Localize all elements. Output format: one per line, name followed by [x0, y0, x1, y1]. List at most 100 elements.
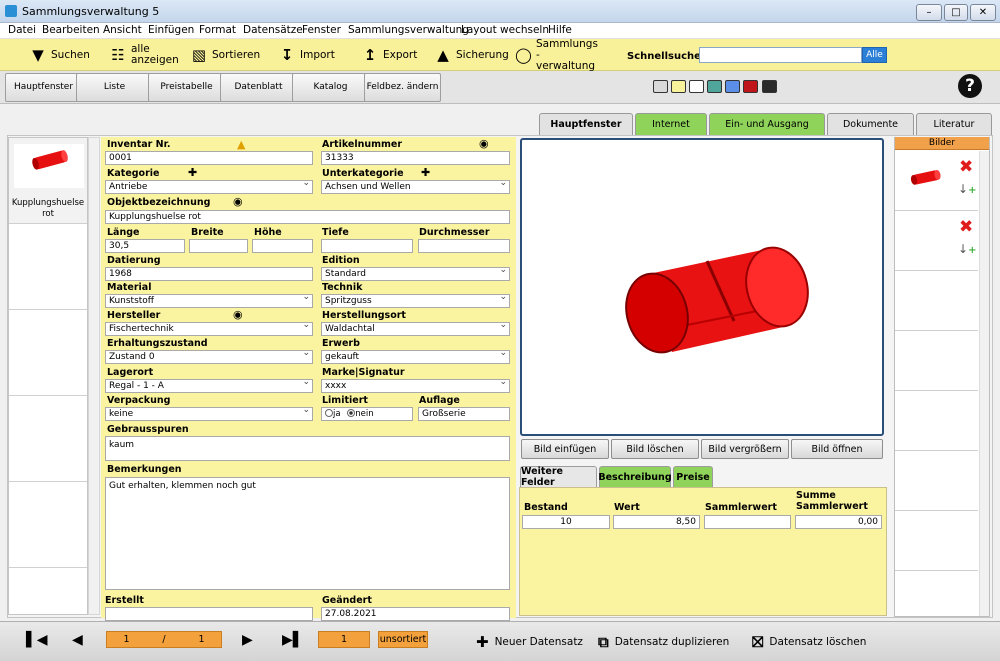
add-kategorie-icon[interactable]: ✚ — [188, 167, 197, 178]
color-swatch-blue[interactable] — [725, 80, 740, 93]
artikel-input[interactable]: 31333 — [321, 151, 510, 165]
nav-preistabelle[interactable]: Preistabelle — [148, 73, 225, 102]
move-image-icon[interactable]: ↓+ — [958, 183, 976, 197]
delete-record-button[interactable]: ⛝ Datensatz löschen — [752, 633, 866, 651]
new-record-button[interactable]: ✚ Neuer Datensatz — [476, 633, 583, 651]
nav-datenblatt[interactable]: Datenblatt — [220, 73, 297, 102]
list-item[interactable]: Kupplungshuelse rot — [9, 138, 87, 224]
color-swatch-red[interactable] — [743, 80, 758, 93]
list-item[interactable] — [9, 396, 87, 482]
list-item[interactable] — [9, 224, 87, 310]
wert-input[interactable]: 8,50 — [613, 515, 700, 529]
menu-datensaetze[interactable]: Datensätze — [243, 24, 303, 36]
maximize-button[interactable]: □ — [944, 4, 968, 21]
sort-button[interactable]: ▧ Sortieren — [191, 40, 260, 70]
sort-status-badge[interactable]: unsortiert — [378, 631, 428, 648]
marke-select[interactable]: xxxx — [321, 379, 510, 393]
quick-search-input[interactable] — [699, 47, 862, 63]
material-select[interactable]: Kunststoff — [105, 294, 313, 308]
unterkategorie-select[interactable]: Achsen und Wellen — [321, 180, 510, 194]
search-button[interactable]: ▼ Suchen — [30, 40, 90, 70]
technik-select[interactable]: Spritzguss — [321, 294, 510, 308]
tab-dokumente[interactable]: Dokumente — [827, 113, 914, 135]
globe-icon[interactable]: ◉ — [233, 309, 243, 320]
tab-beschreibung[interactable]: Beschreibung — [598, 466, 672, 487]
globe-icon[interactable]: ◉ — [479, 138, 489, 149]
menu-layout-wechseln[interactable]: Layout wechseln — [461, 24, 549, 36]
bemerkungen-textarea[interactable]: Gut erhalten, klemmen noch gut — [105, 477, 510, 590]
bestand-input[interactable]: 10 — [522, 515, 610, 529]
help-icon[interactable]: ? — [958, 74, 982, 98]
add-unterkategorie-icon[interactable]: ✚ — [421, 167, 430, 178]
duplicate-record-button[interactable]: ⧉ Datensatz duplizieren — [598, 633, 729, 651]
close-button[interactable]: ✕ — [970, 4, 996, 21]
hersteller-select[interactable]: Fischertechnik — [105, 322, 313, 336]
list-item[interactable] — [9, 482, 87, 568]
image-slot[interactable] — [895, 391, 978, 451]
image-enlarge-button[interactable]: Bild vergrößern — [701, 439, 789, 459]
image-slot[interactable] — [895, 271, 978, 331]
limitiert-ja-radio[interactable] — [325, 409, 333, 417]
menu-hilfe[interactable]: Hilfe — [548, 24, 572, 36]
nav-feldbez-aendern[interactable]: Feldbez. ändern — [364, 73, 441, 102]
image-slot[interactable] — [895, 511, 978, 571]
first-record-icon[interactable]: ▌◀ — [26, 633, 48, 647]
globe-icon[interactable]: ◉ — [233, 196, 243, 207]
color-swatch-teal[interactable] — [707, 80, 722, 93]
tab-hauptfenster[interactable]: Hauptfenster — [539, 113, 633, 135]
menu-sammlungsverwaltung[interactable]: Sammlungsverwaltung — [348, 24, 469, 36]
gebrauch-textarea[interactable]: kaum — [105, 436, 510, 461]
image-slot[interactable] — [895, 451, 978, 511]
image-slot[interactable]: ✖ ↓+ — [895, 151, 978, 211]
last-record-icon[interactable]: ▶▌ — [282, 633, 304, 647]
next-record-icon[interactable]: ▶ — [242, 633, 253, 647]
nav-liste[interactable]: Liste — [76, 73, 153, 102]
geaendert-input[interactable]: 27.08.2021 — [321, 607, 510, 621]
move-image-icon[interactable]: ↓+ — [958, 243, 976, 257]
kategorie-select[interactable]: Antriebe — [105, 180, 313, 194]
list-item[interactable] — [9, 310, 87, 396]
inventar-input[interactable]: 0001 — [105, 151, 313, 165]
erwerb-select[interactable]: gekauft — [321, 350, 510, 364]
image-insert-button[interactable]: Bild einfügen — [521, 439, 609, 459]
color-swatch-gray[interactable] — [653, 80, 668, 93]
tab-preise[interactable]: Preise — [673, 466, 713, 487]
nav-hauptfenster[interactable]: Hauptfenster — [5, 73, 82, 102]
datierung-input[interactable]: 1968 — [105, 267, 313, 281]
color-swatch-white[interactable] — [689, 80, 704, 93]
tab-weitere-felder[interactable]: Weitere Felder — [520, 466, 597, 488]
color-swatch-yellow[interactable] — [671, 80, 686, 93]
export-button[interactable]: ↥ Export — [362, 40, 418, 70]
erstellt-input[interactable] — [105, 607, 313, 621]
delete-image-icon[interactable]: ✖ — [959, 159, 973, 176]
images-scrollbar[interactable] — [979, 151, 989, 616]
menu-bearbeiten[interactable]: Bearbeiten — [42, 24, 100, 36]
image-open-button[interactable]: Bild öffnen — [791, 439, 883, 459]
menu-fenster[interactable]: Fenster — [302, 24, 341, 36]
nav-katalog[interactable]: Katalog — [292, 73, 369, 102]
tab-internet[interactable]: Internet — [635, 113, 707, 135]
herstellungsort-select[interactable]: Waldachtal — [321, 322, 510, 336]
menu-ansicht[interactable]: Ansicht — [103, 24, 142, 36]
summe-input[interactable]: 0,00 — [795, 515, 882, 529]
sammlerwert-input[interactable] — [704, 515, 791, 529]
tab-literatur[interactable]: Literatur — [916, 113, 992, 135]
erhaltung-select[interactable]: Zustand 0 — [105, 350, 313, 364]
main-image-frame[interactable] — [520, 138, 884, 436]
tiefe-input[interactable] — [321, 239, 413, 253]
image-delete-button[interactable]: Bild löschen — [611, 439, 699, 459]
import-button[interactable]: ↧ Import — [279, 40, 335, 70]
backup-button[interactable]: ▲ Sicherung — [435, 40, 509, 70]
color-swatch-black[interactable] — [762, 80, 777, 93]
menu-format[interactable]: Format — [199, 24, 236, 36]
edition-select[interactable]: Standard — [321, 267, 510, 281]
delete-image-icon[interactable]: ✖ — [959, 219, 973, 236]
laenge-input[interactable]: 30,5 — [105, 239, 185, 253]
show-all-button[interactable]: ☷ alle anzeigen — [110, 40, 179, 70]
verpackung-select[interactable]: keine — [105, 407, 313, 421]
auflage-input[interactable]: Großserie — [418, 407, 510, 421]
menu-einfuegen[interactable]: Einfügen — [148, 24, 194, 36]
quick-search-all-button[interactable]: Alle — [862, 47, 887, 63]
image-slot[interactable] — [895, 331, 978, 391]
record-number-input[interactable]: 1 — [318, 631, 370, 648]
